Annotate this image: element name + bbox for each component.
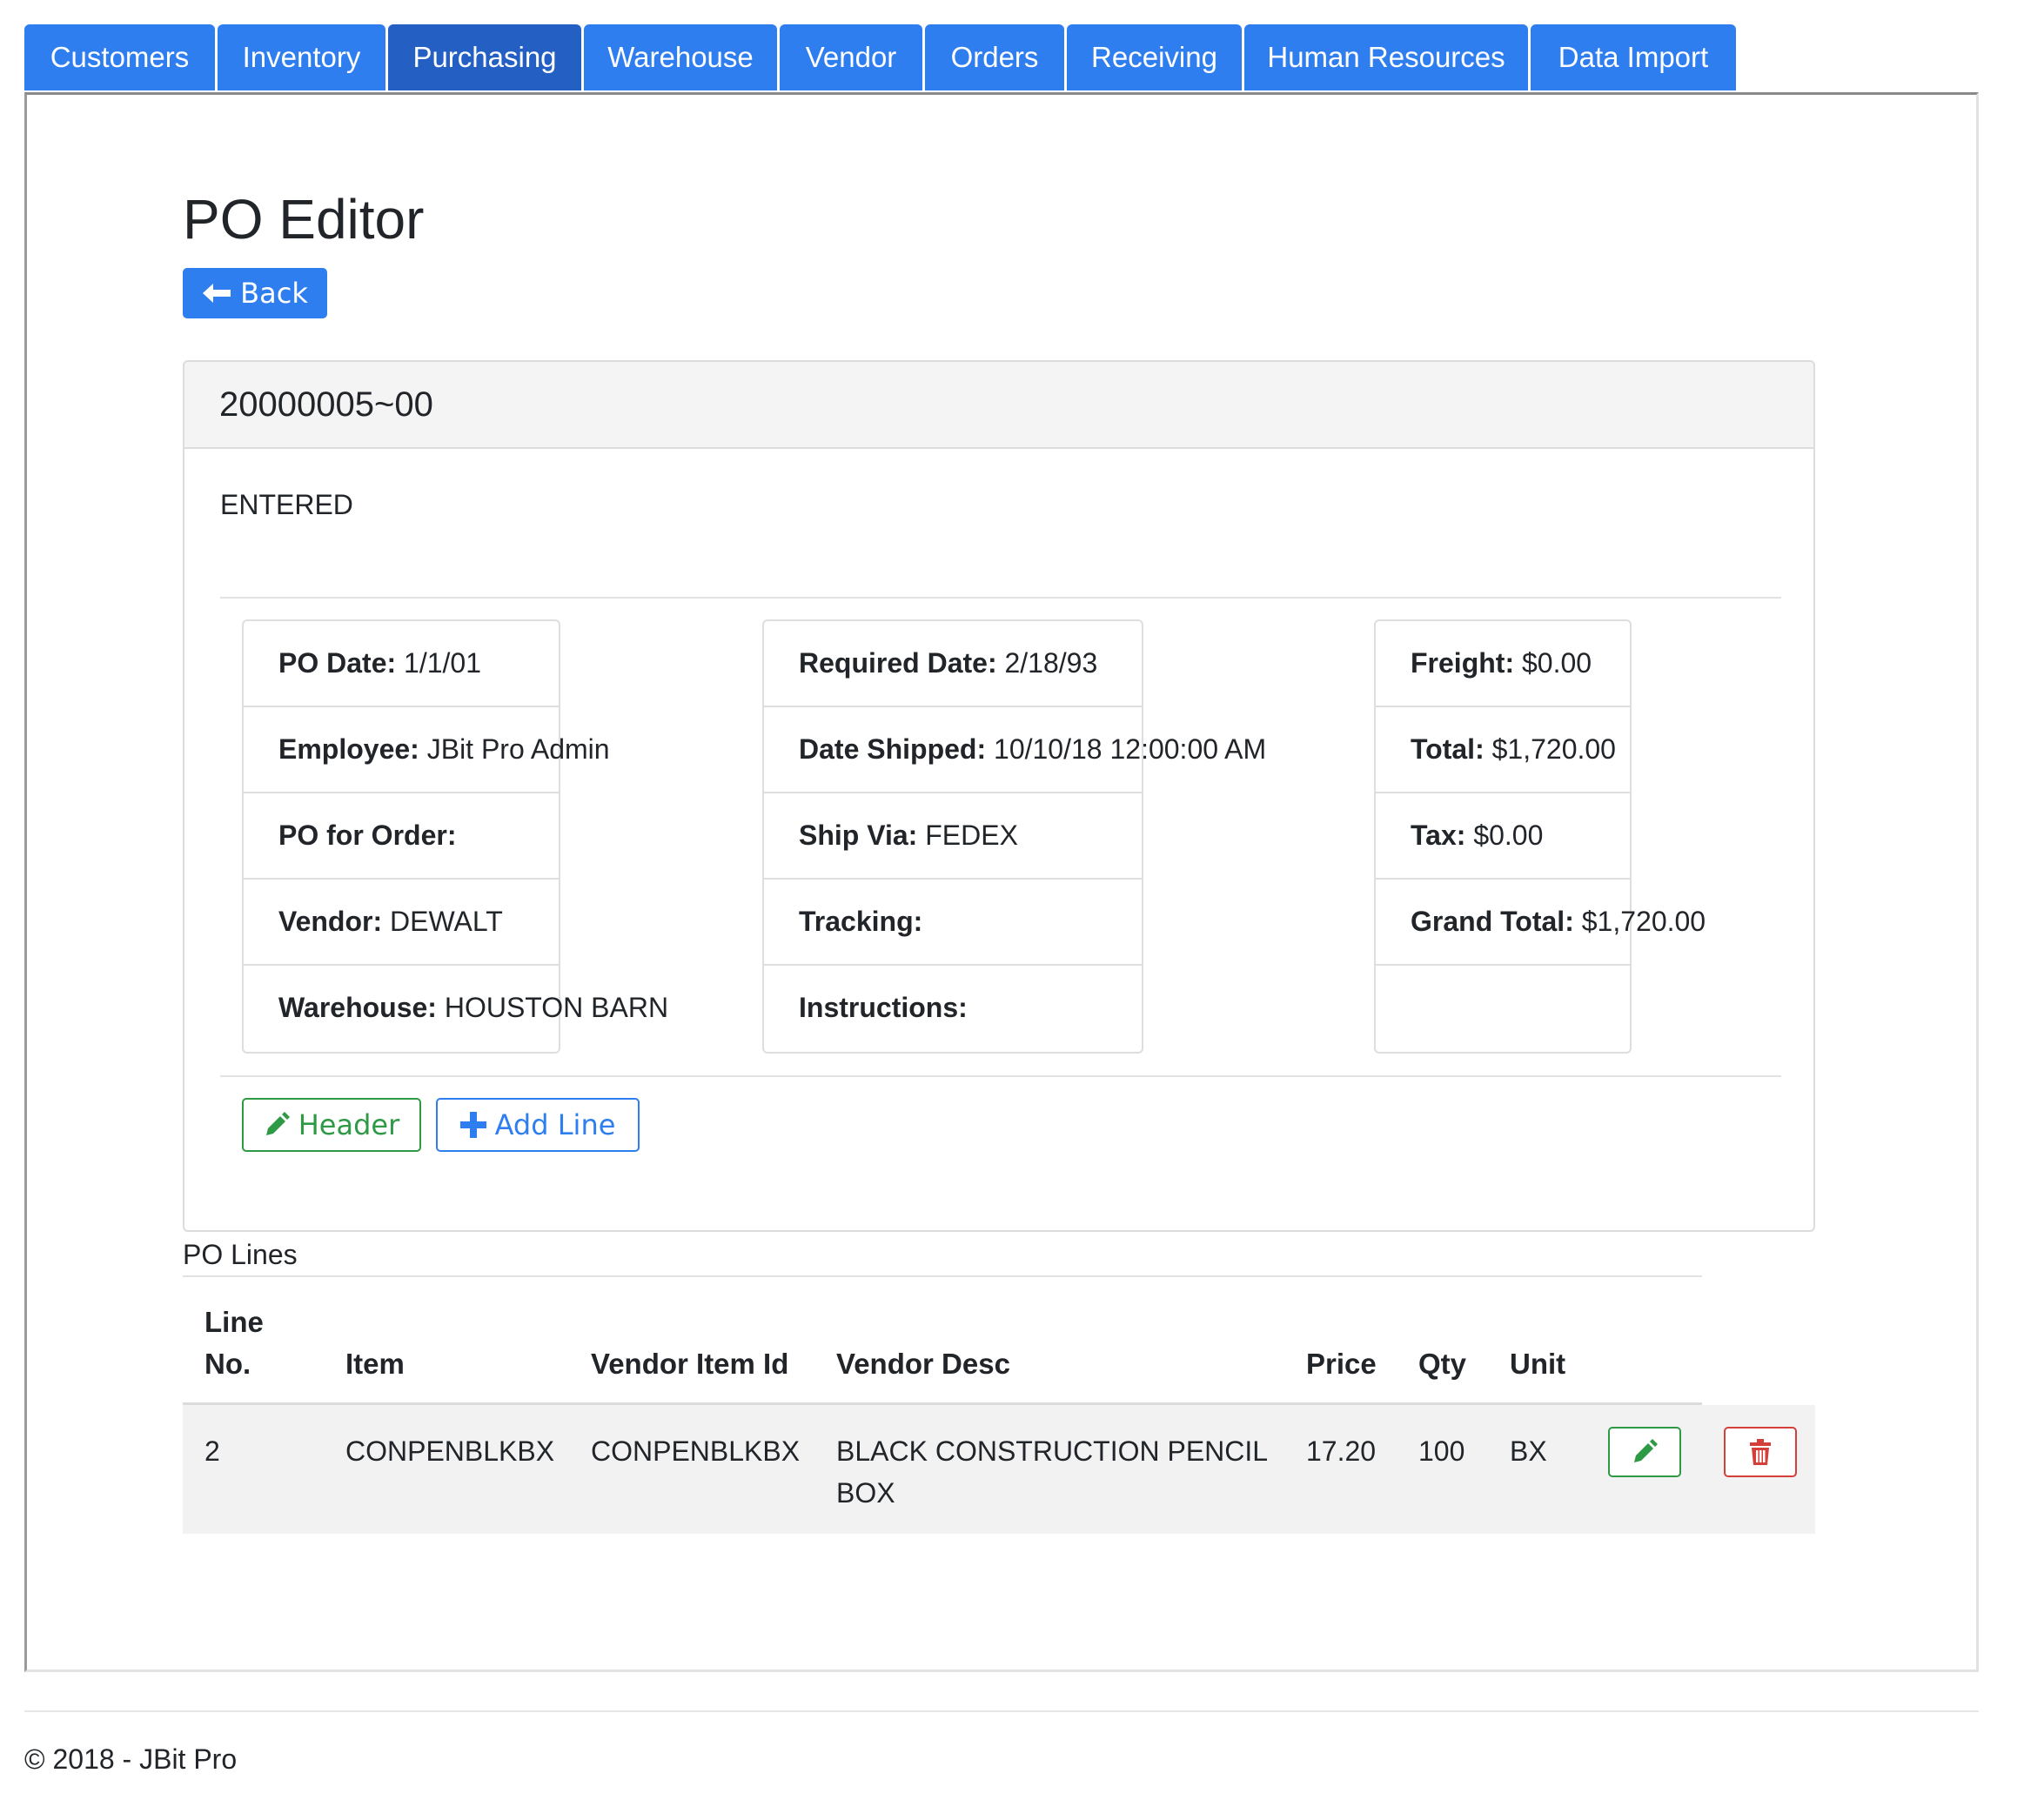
pencil-icon xyxy=(265,1112,290,1135)
po-date-row: PO Date: 1/1/01 xyxy=(244,621,559,707)
col-header-unit: Unit xyxy=(1510,1348,1566,1380)
grand-total-row: Grand Total: $1,720.00 xyxy=(1376,880,1706,966)
row-delete-button[interactable] xyxy=(1724,1427,1797,1477)
tab-purchasing[interactable]: Purchasing xyxy=(388,24,581,90)
add-line-button[interactable]: Add Line xyxy=(436,1098,640,1152)
po-info-right: Freight: $0.00 Total: $1,720.00 Tax: $0.… xyxy=(1374,619,1706,1054)
required-date-row: Required Date: 2/18/93 xyxy=(764,621,1142,707)
add-line-label: Add Line xyxy=(494,1108,616,1141)
tab-receiving[interactable]: Receiving xyxy=(1067,24,1242,90)
back-button[interactable]: Back xyxy=(183,268,327,318)
footer-copyright: © 2018 - JBit Pro xyxy=(24,1743,238,1775)
divider xyxy=(183,1275,1702,1277)
tab-data-import[interactable]: Data Import xyxy=(1531,24,1736,90)
freight-row: Freight: $0.00 xyxy=(1376,621,1630,707)
tax-label: Tax: xyxy=(1411,820,1466,851)
cell-vendor-desc-line2: BOX xyxy=(836,1477,895,1509)
po-date-value: 1/1/01 xyxy=(404,647,481,679)
ship-via-value: FEDEX xyxy=(925,820,1018,851)
divider xyxy=(220,597,1781,599)
ship-via-label: Ship Via: xyxy=(799,820,918,851)
cell-unit: BX xyxy=(1510,1435,1547,1467)
back-button-label: Back xyxy=(240,277,308,310)
required-date-value: 2/18/93 xyxy=(1004,647,1098,679)
vendor-value: DEWALT xyxy=(390,906,503,937)
col-header-price: Price xyxy=(1306,1348,1377,1380)
grand-total-value: $1,720.00 xyxy=(1581,906,1706,937)
tax-value: $0.00 xyxy=(1473,820,1544,851)
tab-orders[interactable]: Orders xyxy=(925,24,1064,90)
col-header-line: Line xyxy=(204,1306,264,1338)
instructions-label: Instructions: xyxy=(799,992,968,1023)
trash-icon xyxy=(1750,1439,1771,1465)
date-shipped-label: Date Shipped: xyxy=(799,733,987,765)
total-value: $1,720.00 xyxy=(1491,733,1616,765)
vendor-row: Vendor: DEWALT xyxy=(244,880,559,966)
col-header-vendor-desc: Vendor Desc xyxy=(836,1348,1010,1380)
empty-row xyxy=(1376,966,1630,1052)
date-shipped-value: 10/10/18 12:00:00 AM xyxy=(994,733,1267,765)
arrow-left-icon xyxy=(203,284,231,303)
cell-item: CONPENBLKBX xyxy=(345,1435,555,1467)
tab-vendor[interactable]: Vendor xyxy=(780,24,922,90)
warehouse-row: Warehouse: HOUSTON BARN xyxy=(244,966,668,1052)
employee-value: JBit Pro Admin xyxy=(426,733,610,765)
po-number: 20000005~00 xyxy=(184,362,1813,449)
tab-warehouse[interactable]: Warehouse xyxy=(584,24,777,90)
po-info-left: PO Date: 1/1/01 Employee: JBit Pro Admin… xyxy=(242,619,668,1054)
instructions-row: Instructions: xyxy=(764,966,1142,1052)
cell-qty: 100 xyxy=(1418,1435,1465,1467)
tab-inventory[interactable]: Inventory xyxy=(218,24,385,90)
pencil-icon xyxy=(1634,1439,1658,1462)
date-shipped-row: Date Shipped: 10/10/18 12:00:00 AM xyxy=(764,707,1266,793)
total-row: Total: $1,720.00 xyxy=(1376,707,1630,793)
po-card: 20000005~00 ENTERED PO Date: 1/1/01 Empl… xyxy=(183,360,1815,1232)
warehouse-value: HOUSTON BARN xyxy=(444,992,669,1023)
edit-header-button[interactable]: Header xyxy=(242,1098,421,1152)
tax-row: Tax: $0.00 xyxy=(1376,793,1630,880)
divider xyxy=(220,1075,1781,1077)
row-edit-button[interactable] xyxy=(1608,1427,1681,1477)
warehouse-label: Warehouse: xyxy=(278,992,437,1023)
employee-label: Employee: xyxy=(278,733,419,765)
plus-icon xyxy=(459,1112,486,1138)
tracking-label: Tracking: xyxy=(799,906,923,937)
cell-line-no: 2 xyxy=(204,1435,220,1467)
po-for-order-label: PO for Order: xyxy=(278,820,457,851)
grand-total-label: Grand Total: xyxy=(1411,906,1574,937)
freight-value: $0.00 xyxy=(1521,647,1592,679)
cell-price: 17.20 xyxy=(1306,1435,1377,1467)
employee-row: Employee: JBit Pro Admin xyxy=(244,707,610,793)
po-date-label: PO Date: xyxy=(278,647,397,679)
footer-divider xyxy=(24,1710,1979,1712)
page-title: PO Editor xyxy=(183,188,425,251)
freight-label: Freight: xyxy=(1411,647,1515,679)
col-header-no: No. xyxy=(204,1348,251,1380)
vendor-label: Vendor: xyxy=(278,906,383,937)
ship-via-row: Ship Via: FEDEX xyxy=(764,793,1142,880)
po-for-order-row: PO for Order: xyxy=(244,793,559,880)
tab-human-resources[interactable]: Human Resources xyxy=(1244,24,1528,90)
po-lines-title: PO Lines xyxy=(183,1239,298,1270)
col-header-vendor-item-id: Vendor Item Id xyxy=(591,1348,789,1380)
total-label: Total: xyxy=(1411,733,1484,765)
cell-vendor-desc-line1: BLACK CONSTRUCTION PENCIL xyxy=(836,1435,1269,1467)
tab-customers[interactable]: Customers xyxy=(24,24,215,90)
po-info-middle: Required Date: 2/18/93 Date Shipped: 10/… xyxy=(762,619,1266,1054)
required-date-label: Required Date: xyxy=(799,647,997,679)
edit-header-label: Header xyxy=(298,1108,400,1141)
cell-vendor-item-id: CONPENBLKBX xyxy=(591,1435,801,1467)
tracking-row: Tracking: xyxy=(764,880,1142,966)
main-nav-tabs: Customers Inventory Purchasing Warehouse… xyxy=(24,24,1739,90)
col-header-qty: Qty xyxy=(1418,1348,1467,1380)
po-status: ENTERED xyxy=(220,489,353,520)
col-header-item: Item xyxy=(345,1348,405,1380)
